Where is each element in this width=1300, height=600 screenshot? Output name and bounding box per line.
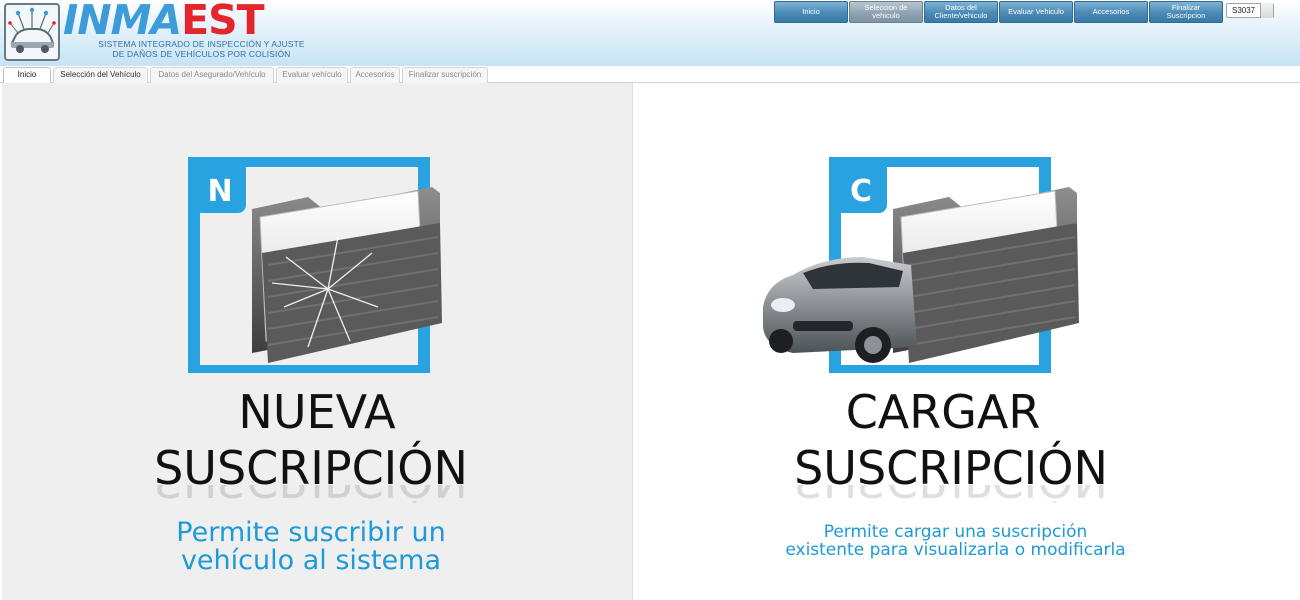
- tab-seleccion-vehiculo[interactable]: Selección del Vehículo: [53, 67, 148, 83]
- cargar-suscripcion-card[interactable]: C CARGAR SUSCRIPCIÓN Permite cargar una …: [632, 83, 1298, 600]
- main-content: N NUEVA SUSCRIPCIÓN Permite suscribir un…: [0, 83, 1300, 600]
- top-navigation: Inicio Seleccion de vehiculo Datos del C…: [774, 1, 1223, 23]
- cargar-description: Permite cargar una suscripción existente…: [633, 523, 1278, 560]
- nueva-title-line2: SUSCRIPCIÓN SUSCRIPCIÓN: [2, 445, 620, 503]
- app-header: INMAEST SISTEMA INTEGRADO DE INSPECCIÓN …: [0, 0, 1300, 66]
- cargar-title-reflection: SUSCRIPCIÓN: [633, 485, 1269, 503]
- wizard-tabs: Inicio Selección del Vehículo Datos del …: [0, 66, 1300, 84]
- load-folder-car-icon: C: [763, 157, 1079, 373]
- nueva-suscripcion-card[interactable]: N NUEVA SUSCRIPCIÓN Permite suscribir un…: [2, 83, 632, 600]
- nueva-description: Permite suscribir un vehículo al sistema: [2, 517, 620, 577]
- logo-car-icon: [4, 3, 60, 61]
- nueva-desc-line1: Permite suscribir un: [176, 517, 446, 548]
- brand-subtitle: SISTEMA INTEGRADO DE INSPECCIÓN Y AJUSTE…: [64, 39, 339, 59]
- nueva-desc-line2: vehículo al sistema: [180, 545, 442, 577]
- sports-car-icon: [763, 257, 917, 363]
- tab-inicio[interactable]: Inicio: [3, 67, 51, 84]
- nav-finalizar-suscripcion-button[interactable]: Finalizar Suscripcion: [1149, 1, 1223, 23]
- brand-logo: INMAEST: [63, 0, 265, 41]
- tab-evaluar-vehiculo[interactable]: Evaluar vehículo: [276, 67, 348, 83]
- new-folder-icon: N: [188, 157, 442, 373]
- nav-inicio-button[interactable]: Inicio: [774, 1, 848, 23]
- cargar-desc-line2: existente para visualizarla o modificarl…: [785, 539, 1126, 560]
- cargar-title-line2: SUSCRIPCIÓN SUSCRIPCIÓN: [633, 445, 1269, 503]
- brand-name-part1: INMA: [63, 0, 182, 44]
- cargar-title-line1: CARGAR: [633, 389, 1253, 435]
- nueva-title-line1: NUEVA: [2, 389, 632, 435]
- nueva-title-text1: NUEVA: [238, 385, 396, 439]
- brand-name-part2: EST: [181, 0, 265, 44]
- cargar-title-text1: CARGAR: [845, 385, 1041, 439]
- brand-subtitle-line2: DE DAÑOS DE VEHÍCULOS POR COLISIÓN: [112, 48, 291, 59]
- nav-seleccion-vehiculo-button[interactable]: Seleccion de vehiculo: [849, 1, 923, 23]
- nav-evaluar-vehiculo-button[interactable]: Evaluar Vehiculo: [999, 1, 1073, 23]
- tab-datos-asegurado[interactable]: Datos del Asegurado/Vehículo: [150, 67, 274, 83]
- tab-finalizar-suscripcion[interactable]: Finalizar suscripción: [402, 67, 488, 83]
- user-code-select[interactable]: S3037: [1226, 3, 1274, 18]
- cargar-badge-letter: C: [850, 174, 872, 209]
- nueva-badge-letter: N: [207, 174, 232, 209]
- tab-accesorios[interactable]: Accesorios: [350, 67, 400, 83]
- nueva-title-reflection: SUSCRIPCIÓN: [2, 485, 620, 503]
- nav-accesorios-button[interactable]: Accesorios: [1074, 1, 1148, 23]
- nav-datos-cliente-button[interactable]: Datos del Cliente/vehiculo: [924, 1, 998, 23]
